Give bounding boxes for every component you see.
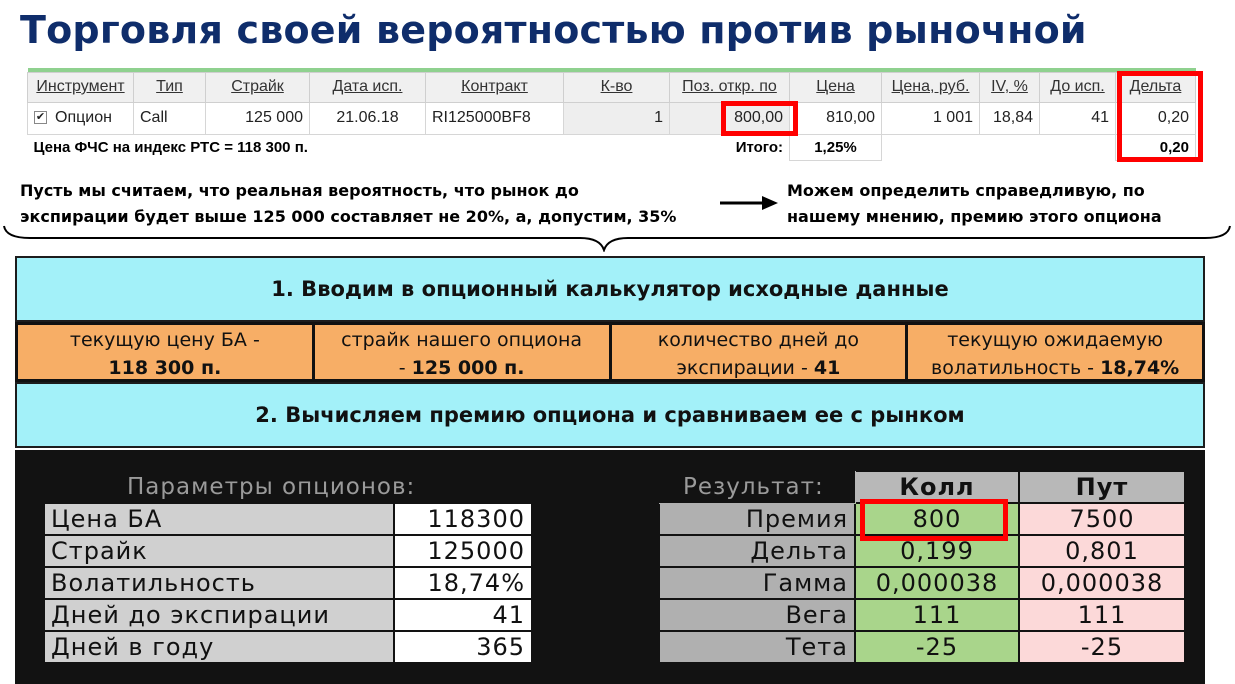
put-premium: 7500 xyxy=(1018,502,1186,536)
call-theta: -25 xyxy=(854,630,1020,664)
page-title: Торговля своей вероятностью против рыноч… xyxy=(20,8,1087,52)
step2-banner: 2. Вычисляем премию опциона и сравниваем… xyxy=(15,382,1205,448)
param-row: Цена БА 118300 xyxy=(43,502,533,536)
option-calculator: Параметры опционов: Цена БА 118300 Страй… xyxy=(15,450,1205,684)
put-header: Пут xyxy=(1018,470,1186,504)
result-label: Вега xyxy=(658,598,856,632)
total-pct: 1,25% xyxy=(789,133,882,161)
input-cell-volatility: текущую ожидаемую волатильность - 18,74% xyxy=(908,325,1202,379)
result-row: Гамма 0,000038 0,000038 xyxy=(658,566,1186,600)
trade-table-header: Инструмент Тип Страйк Дата исп. Контракт… xyxy=(27,71,1196,103)
input-cell-strike-line1: страйк нашего опциона xyxy=(341,329,583,351)
col-header-price-rub[interactable]: Цена, руб. xyxy=(881,71,980,103)
input-cell-volatility-line1: текущую ожидаемую xyxy=(947,329,1164,351)
open-price-highlight xyxy=(721,101,798,136)
price-rub-cell: 1 001 xyxy=(881,101,980,135)
input-cell-days-value: 41 xyxy=(813,357,841,379)
type-cell: Call xyxy=(133,101,206,135)
result-label: Дельта xyxy=(658,534,856,568)
result-row: Вега 111 111 xyxy=(658,598,1186,632)
input-cell-strike: страйк нашего опциона - 125 000 п. xyxy=(314,325,612,379)
instrument-value: Опцион xyxy=(55,109,112,126)
param-label: Страйк xyxy=(43,534,395,568)
col-header-iv[interactable]: IV, % xyxy=(979,71,1040,103)
input-cell-volatility-value: 18,74% xyxy=(1100,357,1180,379)
input-cell-price-line1: текущую цену БА - xyxy=(69,329,260,351)
put-delta: 0,801 xyxy=(1018,534,1186,568)
param-label: Дней в году xyxy=(43,630,395,664)
totals-row: Цена ФЧС на индекс РТС = 118 300 п. Итог… xyxy=(28,133,1196,161)
col-header-date[interactable]: Дата исп. xyxy=(309,71,426,103)
instrument-cell: ✔ Опцион xyxy=(27,101,134,135)
col-header-contract[interactable]: Контракт xyxy=(425,71,564,103)
put-vega: 111 xyxy=(1018,598,1186,632)
col-header-instrument[interactable]: Инструмент xyxy=(27,71,134,103)
input-cell-days: количество дней до экспирации - 41 xyxy=(611,325,909,379)
step1-banner: 1. Вводим в опционный калькулятор исходн… xyxy=(15,256,1205,322)
col-header-qty[interactable]: К-во xyxy=(563,71,670,103)
col-header-strike[interactable]: Страйк xyxy=(205,71,310,103)
params-title: Параметры опционов: xyxy=(127,474,416,500)
param-value-strike[interactable]: 125000 xyxy=(393,534,533,568)
strike-cell: 125 000 xyxy=(205,101,310,135)
contract-cell: RI125000BF8 xyxy=(425,101,564,135)
result-row: Тета -25 -25 xyxy=(658,630,1186,664)
assumption-note-line1: Пусть мы считаем, что реальная вероятнос… xyxy=(20,181,579,200)
put-gamma: 0,000038 xyxy=(1018,566,1186,600)
total-label: Итого: xyxy=(735,138,783,156)
col-header-type[interactable]: Тип xyxy=(133,71,206,103)
input-cell-days-line1: количество дней до xyxy=(657,329,860,351)
param-label: Дней до экспирации xyxy=(43,598,395,632)
price-cell: 810,00 xyxy=(789,101,882,135)
result-label: Премия xyxy=(658,502,856,536)
input-cell-volatility-prefix: волатильность - xyxy=(931,357,1101,379)
curly-brace xyxy=(3,225,1231,252)
param-value-days[interactable]: 41 xyxy=(393,598,533,632)
result-label: Тета xyxy=(658,630,856,664)
position-checkbox[interactable]: ✔ xyxy=(34,111,47,125)
input-cell-price: текущую цену БА - 118 300 п. xyxy=(18,325,315,379)
param-row: Волатильность 18,74% xyxy=(43,566,533,600)
table-row: ✔ Опцион Call 125 000 21.06.18 RI125000BF… xyxy=(27,101,1196,135)
arrow-right-icon xyxy=(720,196,778,210)
trade-table: Инструмент Тип Страйк Дата исп. Контракт… xyxy=(27,68,1196,161)
param-value-price[interactable]: 118300 xyxy=(393,502,533,536)
iv-cell: 18,84 xyxy=(979,101,1040,135)
col-header-open-price[interactable]: Поз. откр. по xyxy=(669,71,790,103)
param-row: Страйк 125000 xyxy=(43,534,533,568)
input-cell-strike-prefix: - xyxy=(398,357,412,379)
param-row: Дней до экспирации 41 xyxy=(43,598,533,632)
col-header-price[interactable]: Цена xyxy=(789,71,882,103)
conclusion-note-line1: Можем определить справедливую, по xyxy=(787,181,1145,200)
param-value-volatility[interactable]: 18,74% xyxy=(393,566,533,600)
futures-price-note: Цена ФЧС на индекс РТС = 118 300 п. xyxy=(33,138,308,156)
date-cell: 21.06.18 xyxy=(309,101,426,135)
col-header-days[interactable]: До исп. xyxy=(1039,71,1116,103)
input-cell-strike-value: 125 000 п. xyxy=(411,357,525,379)
param-row: Дней в году 365 xyxy=(43,630,533,664)
input-cell-days-prefix: экспирации - xyxy=(676,357,814,379)
param-value-days-year[interactable]: 365 xyxy=(393,630,533,664)
call-premium-highlight xyxy=(860,499,1008,541)
input-cell-price-value: 118 300 п. xyxy=(108,357,222,379)
param-label: Волатильность xyxy=(43,566,395,600)
delta-highlight xyxy=(1117,71,1203,162)
params-table: Цена БА 118300 Страйк 125000 Волатильнос… xyxy=(43,502,533,664)
put-theta: -25 xyxy=(1018,630,1186,664)
result-label: Гамма xyxy=(658,566,856,600)
param-label: Цена БА xyxy=(43,502,395,536)
call-gamma: 0,000038 xyxy=(854,566,1020,600)
input-cells: текущую цену БА - 118 300 п. страйк наше… xyxy=(15,322,1205,382)
qty-cell[interactable]: 1 xyxy=(563,101,670,135)
call-vega: 111 xyxy=(854,598,1020,632)
days-cell: 41 xyxy=(1039,101,1116,135)
